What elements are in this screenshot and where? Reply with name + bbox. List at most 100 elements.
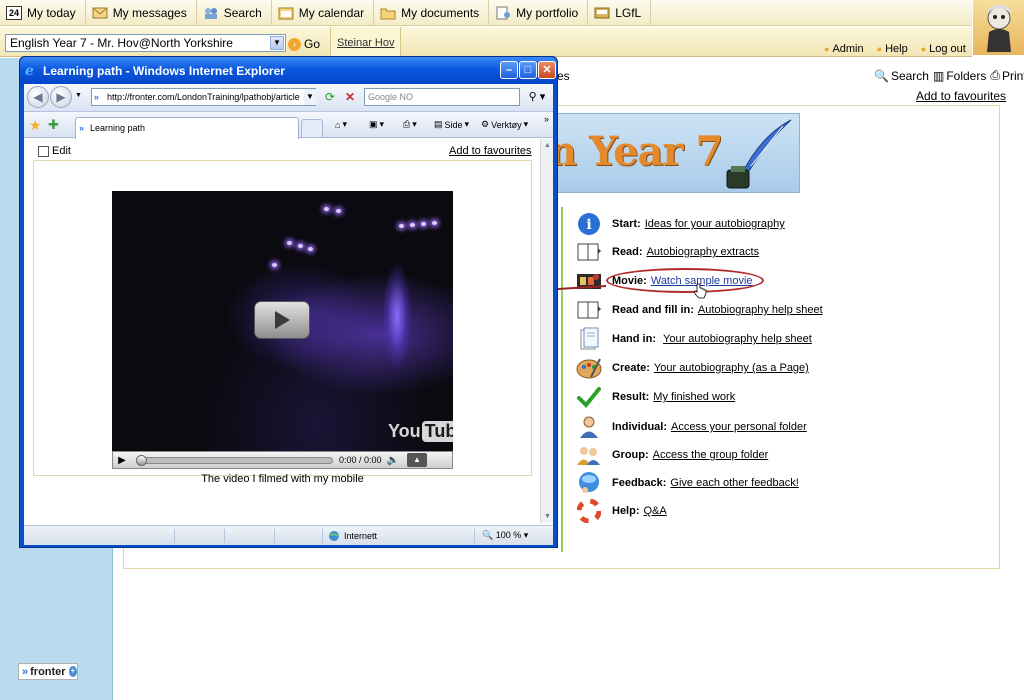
lp-link-create-page[interactable]: Your autobiography (as a Page) xyxy=(654,362,809,374)
youtube-logo[interactable]: YouTube xyxy=(388,421,453,442)
back-button[interactable]: ◀ xyxy=(27,86,49,108)
ie-add-to-favourites-link[interactable]: Add to favourites xyxy=(449,145,532,157)
nav-lgfl[interactable]: LGfL xyxy=(588,0,652,26)
user-name-link[interactable]: Steinar Hov xyxy=(330,27,402,57)
nav-my-calendar[interactable]: My calendar xyxy=(272,0,375,26)
group-icon xyxy=(575,443,603,467)
play-icon xyxy=(275,311,290,329)
lp-link-hand-in[interactable]: Your autobiography help sheet xyxy=(663,333,812,345)
stage-light xyxy=(272,263,277,267)
url-dropdown-icon[interactable]: ▼ xyxy=(304,89,316,105)
scroll-up-icon[interactable]: ▲ xyxy=(541,139,554,152)
nav-my-messages[interactable]: My messages xyxy=(86,0,197,26)
magnifier-icon: 🔍 xyxy=(874,68,889,83)
search-people-icon xyxy=(203,6,219,20)
toolbar-search-button[interactable]: 🔍 Search xyxy=(874,68,929,83)
lp-link-help-sheet[interactable]: Autobiography help sheet xyxy=(698,304,823,316)
zoom-control[interactable]: 🔍 100 % ▾ xyxy=(482,530,528,541)
forward-button[interactable]: ▶ xyxy=(50,86,72,108)
nav-my-today[interactable]: 24 My today xyxy=(0,0,86,26)
nav-search[interactable]: Search xyxy=(197,0,272,26)
feeds-button[interactable]: ▣ ▾ xyxy=(369,119,384,130)
seek-handle[interactable] xyxy=(136,454,147,466)
edit-checkbox[interactable] xyxy=(38,145,49,157)
volume-icon[interactable]: 🔈 xyxy=(383,455,403,466)
lp-row-feedback: Feedback: Give each other feedback! xyxy=(575,470,799,496)
ie-window: e Learning path - Windows Internet Explo… xyxy=(19,56,558,548)
lp-link-finished-work[interactable]: My finished work xyxy=(653,391,735,403)
scroll-down-icon[interactable]: ▼ xyxy=(541,510,554,523)
avatar[interactable] xyxy=(973,0,1024,55)
tools-menu-label: Verktøy xyxy=(491,119,522,130)
lp-label: Hand in: xyxy=(612,333,656,345)
add-favorite-icon[interactable]: ✚ xyxy=(48,117,59,133)
admin-link[interactable]: ● Admin xyxy=(824,43,864,55)
checkmark-icon xyxy=(575,385,603,409)
lp-row-read: Read: Autobiography extracts xyxy=(575,239,759,265)
zoom-label: 100 % xyxy=(495,530,522,540)
history-dropdown-icon[interactable]: ▼ xyxy=(75,92,82,99)
video-player[interactable]: YouTube ▶ 0:00 / 0:00 🔈 ▲ xyxy=(112,191,453,469)
toolbar-search-label: Search xyxy=(890,68,929,83)
nav-my-documents[interactable]: My documents xyxy=(374,0,490,26)
lp-link-group-folder[interactable]: Access the group folder xyxy=(653,449,769,461)
play-overlay-button[interactable] xyxy=(254,301,310,339)
printer-icon: ⎙ xyxy=(403,119,411,129)
nav-my-portfolio[interactable]: My portfolio xyxy=(489,0,589,26)
toolbar-print-button[interactable]: ⎙Print xyxy=(990,68,1024,83)
ie-body: ◀ ▶ ▼ » http://fronter.com/LondonTrainin… xyxy=(24,84,553,545)
url-input[interactable]: » http://fronter.com/LondonTraining/lpat… xyxy=(91,88,316,106)
seek-bar[interactable] xyxy=(136,454,333,466)
more-chevron-icon[interactable]: » xyxy=(544,114,549,124)
add-to-favourites-link[interactable]: Add to favourites xyxy=(916,89,1006,103)
print-button[interactable]: ⎙ ▾ xyxy=(403,119,417,130)
lp-row-group: Group: Access the group folder xyxy=(575,442,768,468)
tab-learning-path[interactable]: » Learning path xyxy=(75,117,299,139)
close-button[interactable]: ✕ xyxy=(538,61,556,79)
minimize-button[interactable]: – xyxy=(500,61,518,79)
logout-link[interactable]: ● Log out xyxy=(921,43,966,55)
new-tab-button[interactable] xyxy=(301,119,323,138)
info-icon: i xyxy=(575,212,603,236)
security-zone[interactable]: Internett xyxy=(328,530,377,542)
refresh-icon[interactable]: ⟳ xyxy=(322,89,338,105)
ie-scrollbar[interactable]: ▲ ▼ xyxy=(540,139,553,523)
toolbar-folders-button[interactable]: ▥ Folders xyxy=(933,68,986,83)
lp-link-ideas[interactable]: Ideas for your autobiography xyxy=(645,218,785,230)
stage-light xyxy=(336,209,341,213)
person-icon xyxy=(575,415,603,439)
lp-row-start: i Start: Ideas for your autobiography xyxy=(575,211,785,237)
home-button[interactable]: ⌂ ▾ xyxy=(335,119,347,130)
go-button[interactable]: › Go xyxy=(288,37,320,51)
lp-link-feedback[interactable]: Give each other feedback! xyxy=(670,477,798,489)
class-select[interactable]: English Year 7 - Mr. Hov@North Yorkshire… xyxy=(5,34,286,52)
ie-title-bar[interactable]: e Learning path - Windows Internet Explo… xyxy=(20,57,557,84)
partial-title-text: es xyxy=(557,69,570,83)
lp-link-personal-folder[interactable]: Access your personal folder xyxy=(671,421,807,433)
lp-link-extracts[interactable]: Autobiography extracts xyxy=(647,246,760,258)
content-toolbar: 🔍Search ▥Folders ⎙Print xyxy=(874,68,1024,83)
fullscreen-button[interactable]: ▲ xyxy=(407,453,427,467)
fronter-logo[interactable]: » fronter + xyxy=(18,663,78,680)
favorites-star-icon[interactable]: ★ xyxy=(29,117,42,134)
ie-window-title: Learning path - Windows Internet Explore… xyxy=(43,63,285,78)
ie-page-content: Edit Add to favourites You Tub ▶ 0:00 / … xyxy=(24,139,540,523)
search-icon[interactable]: ⚲ ▾ xyxy=(523,88,551,106)
maximize-button[interactable]: □ xyxy=(519,61,537,79)
play-button[interactable]: ▶ xyxy=(113,455,131,466)
admin-label: Admin xyxy=(832,43,864,55)
tools-menu-button[interactable]: ⚙ Verktøy ▾ xyxy=(481,119,528,130)
help-label: Help xyxy=(885,43,908,55)
page-menu-label: Side xyxy=(444,119,463,130)
nav-label: LGfL xyxy=(615,5,642,20)
path-divider xyxy=(561,207,563,552)
search-input[interactable]: Google NO xyxy=(364,88,520,106)
page-menu-button[interactable]: ▤ Side ▾ xyxy=(434,119,469,130)
help-link[interactable]: ● Help xyxy=(877,43,908,55)
stop-icon[interactable]: ✕ xyxy=(342,89,358,105)
lp-link-qa[interactable]: Q&A xyxy=(644,505,667,517)
edit-toggle[interactable]: Edit xyxy=(38,145,71,157)
video-frame[interactable]: YouTube xyxy=(112,191,453,451)
video-controls: ▶ 0:00 / 0:00 🔈 ▲ xyxy=(112,451,453,469)
globe-icon xyxy=(329,531,339,541)
